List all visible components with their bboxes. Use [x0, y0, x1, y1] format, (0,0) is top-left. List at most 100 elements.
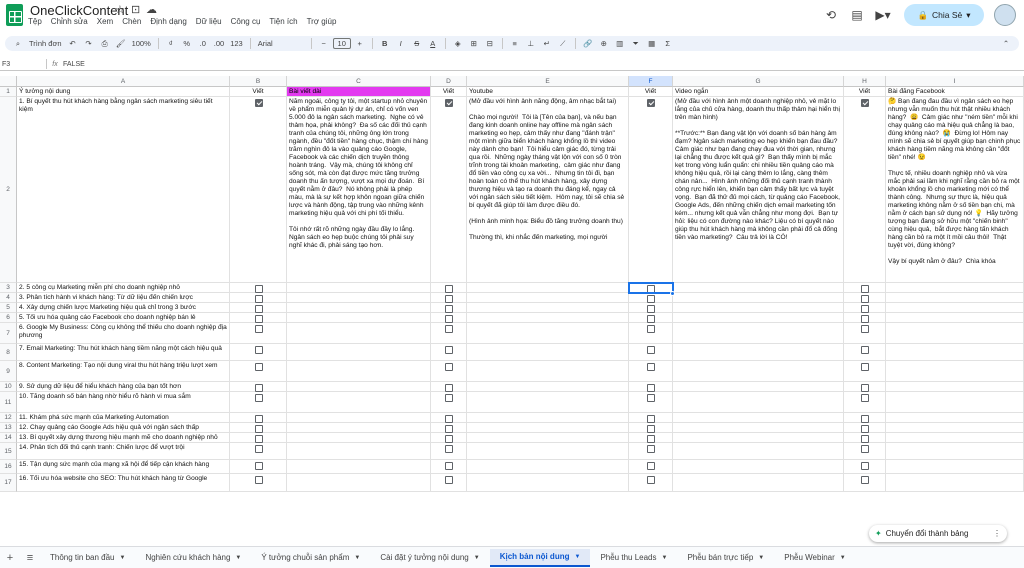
cell[interactable] [886, 433, 1024, 443]
checkbox[interactable] [445, 415, 453, 423]
text-wrap-icon[interactable]: ↵ [540, 37, 554, 50]
cell[interactable]: 3. Phân tích hành vi khách hàng: Từ dữ l… [17, 293, 230, 303]
row-header[interactable]: 12 [0, 413, 17, 423]
checkbox[interactable] [647, 315, 655, 323]
zoom-select[interactable]: 100% [130, 37, 153, 50]
checkbox[interactable] [861, 99, 869, 107]
checkbox[interactable] [254, 384, 263, 392]
cell[interactable] [230, 97, 287, 283]
row-header[interactable]: 14 [0, 433, 17, 443]
cell[interactable] [844, 97, 886, 283]
cell[interactable]: Bài đăng Facebook [886, 87, 1024, 97]
cell[interactable]: 10. Tăng doanh số bán hàng nhờ hiểu rõ h… [17, 392, 230, 413]
row-header[interactable]: 15 [0, 443, 17, 460]
checkbox[interactable] [445, 476, 453, 484]
sheet-tab[interactable]: Nghiên cứu khách hàng ▼ [135, 549, 251, 567]
column-header[interactable]: D [431, 76, 467, 87]
checkbox[interactable] [254, 285, 263, 293]
cell[interactable] [467, 344, 629, 361]
checkbox[interactable] [647, 415, 655, 423]
cell[interactable] [886, 323, 1024, 344]
cell[interactable]: 7. Email Marketing: Thu hút khách hàng t… [17, 344, 230, 361]
cell[interactable] [673, 361, 844, 382]
menu-item[interactable]: Xem [97, 17, 113, 26]
bold-icon[interactable]: B [378, 37, 392, 50]
cell[interactable] [287, 474, 431, 492]
cell[interactable] [287, 392, 431, 413]
cell[interactable]: 1. Bí quyết thu hút khách hàng bằng ngân… [17, 97, 230, 283]
cell[interactable] [886, 413, 1024, 423]
cell[interactable] [673, 474, 844, 492]
cell[interactable] [673, 460, 844, 474]
row-header[interactable]: 11 [0, 392, 17, 413]
cell[interactable] [673, 433, 844, 443]
row-header[interactable]: 10 [0, 382, 17, 392]
cell[interactable]: Video ngắn [673, 87, 844, 97]
row-header[interactable]: 13 [0, 423, 17, 433]
print-icon[interactable]: ⎙ [98, 37, 112, 50]
column-header[interactable]: C [287, 76, 431, 87]
cell[interactable] [467, 474, 629, 492]
column-header[interactable]: A [17, 76, 230, 87]
cell[interactable] [467, 423, 629, 433]
checkbox[interactable] [254, 99, 263, 107]
cell[interactable] [287, 323, 431, 344]
avatar[interactable] [994, 4, 1016, 26]
checkbox[interactable] [861, 346, 869, 354]
checkbox[interactable] [647, 325, 655, 333]
comment-icon[interactable]: ⊕ [597, 37, 611, 50]
convert-to-table-chip[interactable]: ✦ Chuyển đổi thành bảng ⋮ [869, 525, 1007, 542]
cell[interactable] [287, 293, 431, 303]
name-box[interactable]: F3 [0, 61, 46, 68]
cell[interactable] [886, 474, 1024, 492]
checkbox[interactable] [445, 346, 453, 354]
cell[interactable] [287, 283, 431, 293]
checkbox[interactable] [445, 325, 453, 333]
comments-icon[interactable]: ▤ [844, 4, 870, 26]
cell[interactable]: 12. Chạy quảng cáo Google Ads hiệu quả v… [17, 423, 230, 433]
column-header[interactable]: B [230, 76, 287, 87]
row-header[interactable]: 5 [0, 303, 17, 313]
checkbox[interactable] [445, 305, 453, 313]
cell[interactable] [886, 344, 1024, 361]
move-folder-icon[interactable]: ⊡ [131, 3, 140, 16]
cell[interactable] [629, 97, 673, 283]
checkbox[interactable] [647, 295, 655, 303]
checkbox[interactable] [861, 315, 869, 323]
sheet-tab[interactable]: Phễu thu Leads ▼ [590, 549, 677, 567]
sheet-tab[interactable]: Cài đặt ý tưởng nội dung ▼ [370, 549, 489, 567]
share-button[interactable]: 🔒 Chia Sẻ ▾ [904, 4, 984, 26]
row-header[interactable]: 6 [0, 313, 17, 323]
vertical-align-icon[interactable]: ⊥ [524, 37, 538, 50]
cell[interactable] [287, 423, 431, 433]
collapse-toolbar-icon[interactable]: ⌃ [999, 37, 1013, 50]
decrease-font-icon[interactable]: − [317, 37, 331, 50]
row-header[interactable]: 7 [0, 323, 17, 344]
checkbox[interactable] [254, 325, 263, 333]
checkbox[interactable] [254, 415, 263, 423]
cell[interactable]: 15. Tận dụng sức mạnh của mạng xã hội để… [17, 460, 230, 474]
checkbox[interactable] [647, 435, 655, 443]
checkbox[interactable] [445, 445, 453, 453]
checkbox[interactable] [254, 476, 263, 484]
checkbox[interactable] [647, 363, 655, 371]
link-icon[interactable]: 🔗 [581, 37, 595, 50]
checkbox[interactable] [254, 346, 263, 354]
cell[interactable] [886, 293, 1024, 303]
checkbox[interactable] [254, 305, 263, 313]
checkbox[interactable] [861, 325, 869, 333]
sheet-tab[interactable]: Kịch bản nội dung ▼ [489, 548, 591, 567]
functions-icon[interactable]: Σ [661, 37, 675, 50]
cell[interactable] [287, 344, 431, 361]
cell[interactable] [287, 361, 431, 382]
menu-item[interactable]: Dữ liệu [196, 17, 222, 26]
cell[interactable]: Youtube [467, 87, 629, 97]
cell[interactable] [467, 313, 629, 323]
checkbox[interactable] [861, 305, 869, 313]
history-icon[interactable]: ⟲ [818, 4, 844, 26]
filter-views-icon[interactable]: ▦ [645, 37, 659, 50]
cell[interactable]: 11. Khám phá sức mạnh của Marketing Auto… [17, 413, 230, 423]
column-header[interactable]: I [886, 76, 1024, 87]
row-header[interactable]: 9 [0, 361, 17, 382]
text-rotation-icon[interactable]: ⟋ [556, 37, 570, 50]
